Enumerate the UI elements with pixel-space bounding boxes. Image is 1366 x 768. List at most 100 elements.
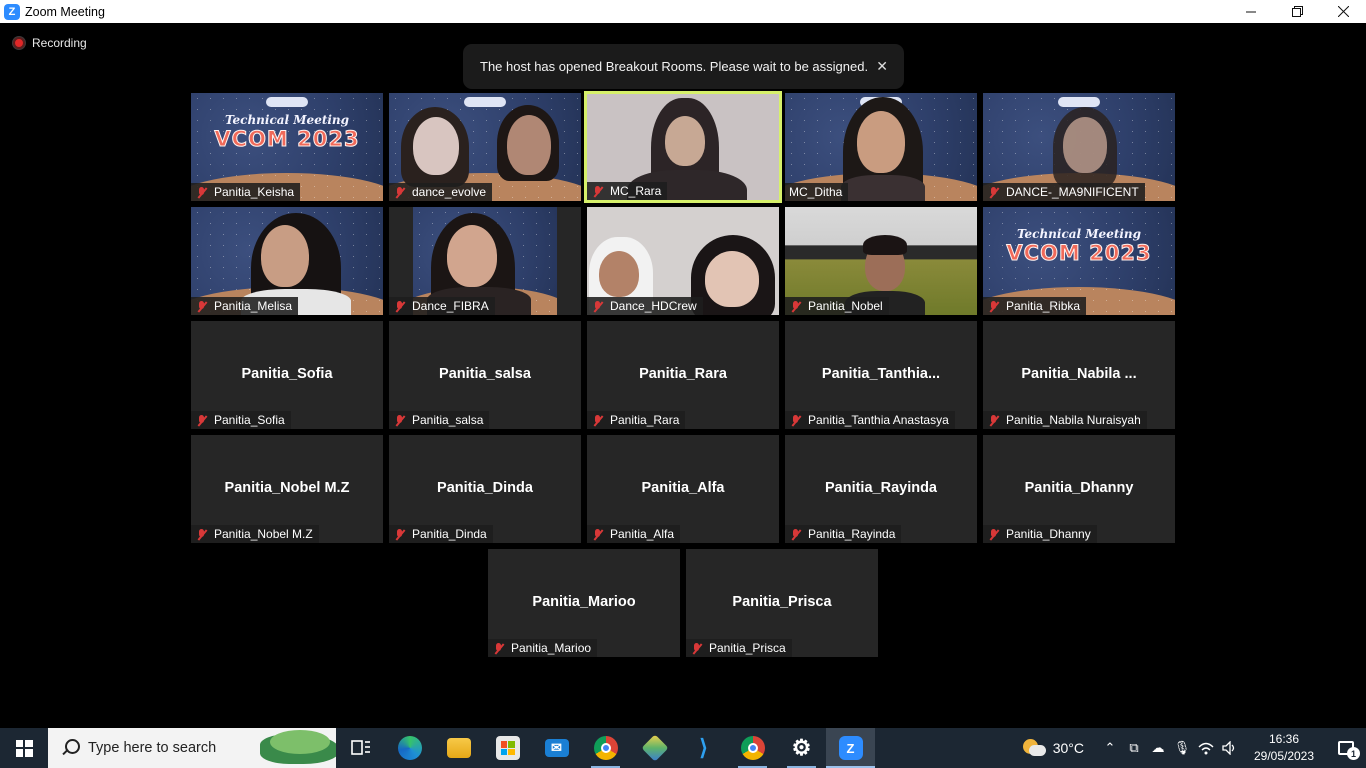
name-tile[interactable]: Panitia_Prisca Panitia_Prisca xyxy=(686,549,878,657)
mic-muted-icon xyxy=(789,414,803,427)
mic-muted-icon xyxy=(195,528,209,541)
taskbar-search[interactable]: Type here to search xyxy=(48,728,336,768)
participant-label: Panitia_Nobel xyxy=(785,297,889,315)
name-tile[interactable]: Panitia_Alfa Panitia_Alfa xyxy=(587,435,779,543)
file-explorer-icon xyxy=(446,738,471,758)
close-window-button[interactable] xyxy=(1320,0,1366,23)
mic-muted-icon xyxy=(690,642,704,655)
participant-label: Panitia_Melisa xyxy=(191,297,299,315)
window-titlebar: Z Zoom Meeting xyxy=(0,0,1366,23)
search-highlight-image xyxy=(260,730,336,764)
settings-icon: ⚙ xyxy=(791,735,812,760)
name-tile[interactable]: Panitia_Rara Panitia_Rara xyxy=(587,321,779,429)
restore-button[interactable] xyxy=(1274,0,1320,23)
name-tile[interactable]: Panitia_Nabila ... Panitia_Nabila Nurais… xyxy=(983,321,1175,429)
edge-icon xyxy=(397,736,422,760)
meet-now-button[interactable]: ⧉ xyxy=(1122,728,1146,768)
microphone-button[interactable]: 🎙 xyxy=(1170,728,1194,768)
windows-taskbar: Type here to search ✉ ⟩ ⚙ Z 30°C ⌃ ⧉ ☁ 🎙… xyxy=(0,728,1366,768)
recording-indicator[interactable]: Recording xyxy=(13,36,87,50)
edge-button[interactable] xyxy=(385,728,434,768)
close-icon[interactable]: ✕ xyxy=(876,58,888,75)
file-explorer-button[interactable] xyxy=(434,728,483,768)
volume-button[interactable] xyxy=(1218,728,1242,768)
recording-label: Recording xyxy=(32,36,87,50)
name-tile[interactable]: Panitia_salsa Panitia_salsa xyxy=(389,321,581,429)
video-tile[interactable]: Technical Meeting VCOM 2023 Panitia_Ribk… xyxy=(983,207,1175,315)
onedrive-button[interactable]: ☁ xyxy=(1146,728,1170,768)
name-tile[interactable]: Panitia_Sofia Panitia_Sofia xyxy=(191,321,383,429)
participant-label: Panitia_Tanthia Anastasya xyxy=(785,411,955,429)
mic-muted-icon xyxy=(393,300,407,313)
participant-label: MC_Rara xyxy=(587,182,668,200)
zoom-icon: Z xyxy=(4,3,20,20)
name-tile[interactable]: Panitia_Rayinda Panitia_Rayinda xyxy=(785,435,977,543)
video-tile[interactable]: Panitia_Nobel xyxy=(785,207,977,315)
chrome-button[interactable] xyxy=(581,728,630,768)
chevron-up-icon: ⌃ xyxy=(1104,740,1116,755)
notification-count: 1 xyxy=(1347,747,1360,760)
mic-muted-icon xyxy=(393,186,407,199)
mic-muted-icon xyxy=(987,300,1001,313)
name-tile[interactable]: Panitia_Dinda Panitia_Dinda xyxy=(389,435,581,543)
participant-label: Panitia_Nobel M.Z xyxy=(191,525,319,543)
participant-label: Panitia_salsa xyxy=(389,411,490,429)
mic-muted-icon xyxy=(591,528,605,541)
breakout-notification: The host has opened Breakout Rooms. Plea… xyxy=(463,44,904,89)
network-button[interactable] xyxy=(1194,728,1218,768)
microphone-icon: 🎙 xyxy=(1173,740,1191,755)
cloud-icon: ☁ xyxy=(1151,740,1165,755)
mic-muted-icon xyxy=(591,414,605,427)
settings-button[interactable]: ⚙ xyxy=(777,728,826,768)
wifi-icon xyxy=(1198,742,1214,755)
mic-muted-icon xyxy=(789,300,803,313)
participant-label: Dance_FIBRA xyxy=(389,297,495,315)
name-tile[interactable]: Panitia_Marioo Panitia_Marioo xyxy=(488,549,680,657)
clock-date: 29/05/2023 xyxy=(1253,749,1315,763)
notification-center-button[interactable]: 1 xyxy=(1326,728,1366,768)
system-tray: 30°C ⌃ ⧉ ☁ 🎙 16:36 29/05/2023 1 xyxy=(1022,728,1366,768)
clock-time: 16:36 xyxy=(1268,732,1300,746)
weather-temperature: 30°C xyxy=(1052,740,1084,756)
video-tile[interactable]: Panitia_Melisa xyxy=(191,207,383,315)
weather-widget[interactable]: 30°C xyxy=(1022,739,1084,757)
participant-label: DANCE-_MA9NIFICENT xyxy=(983,183,1145,201)
mail-button[interactable]: ✉ xyxy=(532,728,581,768)
show-hidden-icons-button[interactable]: ⌃ xyxy=(1098,728,1122,768)
chrome-profile-button[interactable] xyxy=(728,728,777,768)
search-placeholder: Type here to search xyxy=(88,740,217,756)
name-tile[interactable]: Panitia_Nobel M.Z Panitia_Nobel M.Z xyxy=(191,435,383,543)
video-tile[interactable]: Dance_FIBRA xyxy=(389,207,581,315)
3d-viewer-icon xyxy=(640,734,669,762)
3d-viewer-button[interactable] xyxy=(630,728,679,768)
participant-label: Panitia_Rayinda xyxy=(785,525,902,543)
windows-icon xyxy=(15,739,33,757)
video-tile[interactable]: dance_evolve xyxy=(389,93,581,201)
participant-label: MC_Ditha xyxy=(785,183,849,201)
start-button[interactable] xyxy=(0,728,48,768)
video-tile[interactable]: Dance_HDCrew xyxy=(587,207,779,315)
minimize-button[interactable] xyxy=(1228,0,1274,23)
window-title: Zoom Meeting xyxy=(25,4,105,19)
participant-label: Panitia_Nabila Nuraisyah xyxy=(983,411,1147,429)
microsoft-store-button[interactable] xyxy=(483,728,532,768)
mic-muted-icon xyxy=(591,300,605,313)
speaker-icon xyxy=(1222,741,1235,755)
name-tile[interactable]: Panitia_Dhanny Panitia_Dhanny xyxy=(983,435,1175,543)
participant-label: Dance_HDCrew xyxy=(587,297,703,315)
video-tile[interactable]: MC_Ditha xyxy=(785,93,977,201)
vscode-button[interactable]: ⟩ xyxy=(679,728,728,768)
participant-label: Panitia_Prisca xyxy=(686,639,792,657)
video-tile[interactable]: DANCE-_MA9NIFICENT xyxy=(983,93,1175,201)
taskbar-clock[interactable]: 16:36 29/05/2023 xyxy=(1242,731,1326,765)
participant-label: Panitia_Ribka xyxy=(983,297,1087,315)
task-view-button[interactable] xyxy=(336,728,385,768)
meet-now-icon: ⧉ xyxy=(1129,740,1139,755)
video-tile-active-speaker[interactable]: MC_Rara xyxy=(584,91,782,203)
participant-label: Panitia_Dinda xyxy=(389,525,493,543)
name-tile[interactable]: Panitia_Tanthia... Panitia_Tanthia Anast… xyxy=(785,321,977,429)
video-tile[interactable]: Technical Meeting VCOM 2023 Panitia_Keis… xyxy=(191,93,383,201)
participant-label: Panitia_Dhanny xyxy=(983,525,1097,543)
mic-muted-icon xyxy=(195,414,209,427)
zoom-button[interactable]: Z xyxy=(826,728,875,768)
